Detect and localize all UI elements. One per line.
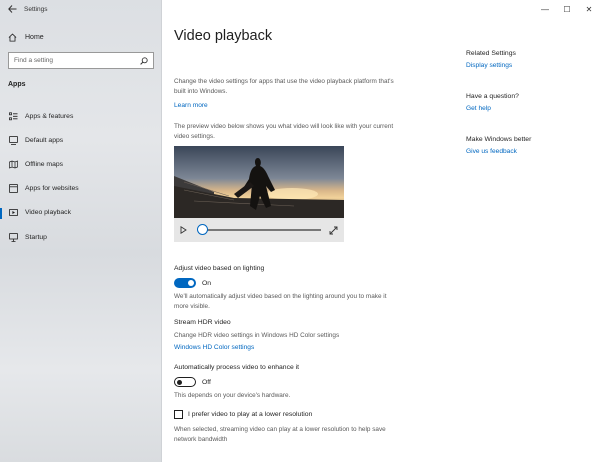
title-bar: Settings (0, 0, 162, 18)
display-settings-link[interactable]: Display settings (466, 62, 586, 69)
give-feedback-link[interactable]: Give us feedback (466, 148, 586, 155)
video-preview (174, 146, 344, 242)
hdr-desc: Change HDR video settings in Windows HD … (174, 332, 340, 339)
sidebar: Settings Home Find a setting Apps Apps &… (0, 0, 162, 462)
search-icon (140, 56, 148, 65)
preview-text: The preview video below shows you what v… (174, 123, 394, 140)
close-button[interactable]: ✕ (578, 0, 600, 18)
learn-more-link[interactable]: Learn more (174, 102, 208, 109)
nav-home[interactable]: Home (0, 29, 162, 45)
app-title: Settings (24, 5, 48, 13)
window-controls: — ☐ ✕ (534, 0, 600, 18)
enhance-toggle[interactable] (174, 377, 196, 387)
adjust-lighting-toggle-row: On (174, 278, 211, 288)
related-settings-heading: Related Settings (466, 50, 516, 57)
default-apps-icon (8, 135, 18, 145)
sidebar-item-startup[interactable]: Startup (0, 225, 162, 249)
question-heading: Have a question? (466, 93, 519, 100)
related-panel: Related Settings Display settings Have a… (466, 50, 586, 155)
startup-icon (8, 232, 18, 242)
lower-res-row: I prefer video to play at a lower resolu… (174, 410, 312, 419)
adjust-lighting-desc: We'll automatically adjust video based o… (174, 293, 387, 310)
adjust-lighting-state: On (202, 279, 212, 287)
enhance-title: Automatically process video to enhance i… (174, 364, 300, 371)
lower-res-desc: When selected, streaming video can play … (174, 426, 386, 443)
main-panel: — ☐ ✕ Video playback Change the video se… (163, 0, 600, 462)
enhance-desc: This depends on your device's hardware. (174, 392, 291, 399)
adjust-lighting-title: Adjust video based on lighting (174, 265, 265, 272)
feedback-heading: Make Windows better (466, 136, 532, 143)
search-input[interactable]: Find a setting (8, 52, 154, 69)
video-controls (174, 218, 344, 242)
hdr-title: Stream HDR video (174, 319, 231, 326)
apps-list-icon (8, 111, 18, 121)
maximize-button[interactable]: ☐ (556, 0, 578, 18)
lower-res-label: I prefer video to play at a lower resolu… (188, 411, 313, 418)
page-title: Video playback (174, 28, 273, 44)
back-button[interactable] (0, 0, 24, 18)
sidebar-item-video-playback[interactable]: Video playback (0, 201, 162, 225)
nav-list: Apps & features Default apps Offline map… (0, 104, 162, 249)
home-icon (8, 33, 17, 42)
adjust-lighting-toggle[interactable] (174, 278, 196, 288)
search-placeholder: Find a setting (14, 57, 54, 64)
sidebar-item-apps-features[interactable]: Apps & features (0, 104, 162, 128)
back-arrow-icon (7, 5, 16, 13)
nav-home-label: Home (25, 33, 44, 41)
sidebar-item-offline-maps[interactable]: Offline maps (0, 152, 162, 176)
intro-text: Change the video settings for apps that … (174, 78, 394, 95)
sidebar-item-default-apps[interactable]: Default apps (0, 128, 162, 152)
sidebar-item-label: Apps for websites (25, 185, 79, 193)
play-icon[interactable] (180, 226, 187, 234)
enhance-toggle-row: Off (174, 377, 211, 387)
minimize-button[interactable]: — (534, 0, 556, 18)
video-frame (174, 146, 344, 218)
video-seek-bar[interactable] (197, 224, 321, 235)
sidebar-item-label: Startup (25, 233, 47, 241)
enhance-state: Off (202, 378, 211, 386)
sidebar-item-label: Apps & features (25, 112, 74, 120)
lower-res-checkbox[interactable] (174, 410, 183, 419)
section-label: Apps (8, 81, 26, 88)
fullscreen-icon[interactable] (329, 226, 338, 235)
video-icon (8, 208, 18, 218)
web-apps-icon (8, 184, 18, 194)
map-icon (8, 159, 18, 169)
sidebar-item-apps-for-websites[interactable]: Apps for websites (0, 177, 162, 201)
get-help-link[interactable]: Get help (466, 105, 586, 112)
sidebar-item-label: Offline maps (25, 160, 64, 168)
sidebar-item-label: Video playback (25, 209, 71, 217)
hd-color-settings-link[interactable]: Windows HD Color settings (174, 344, 254, 351)
seek-thumb[interactable] (197, 224, 208, 235)
sidebar-item-label: Default apps (25, 136, 64, 144)
